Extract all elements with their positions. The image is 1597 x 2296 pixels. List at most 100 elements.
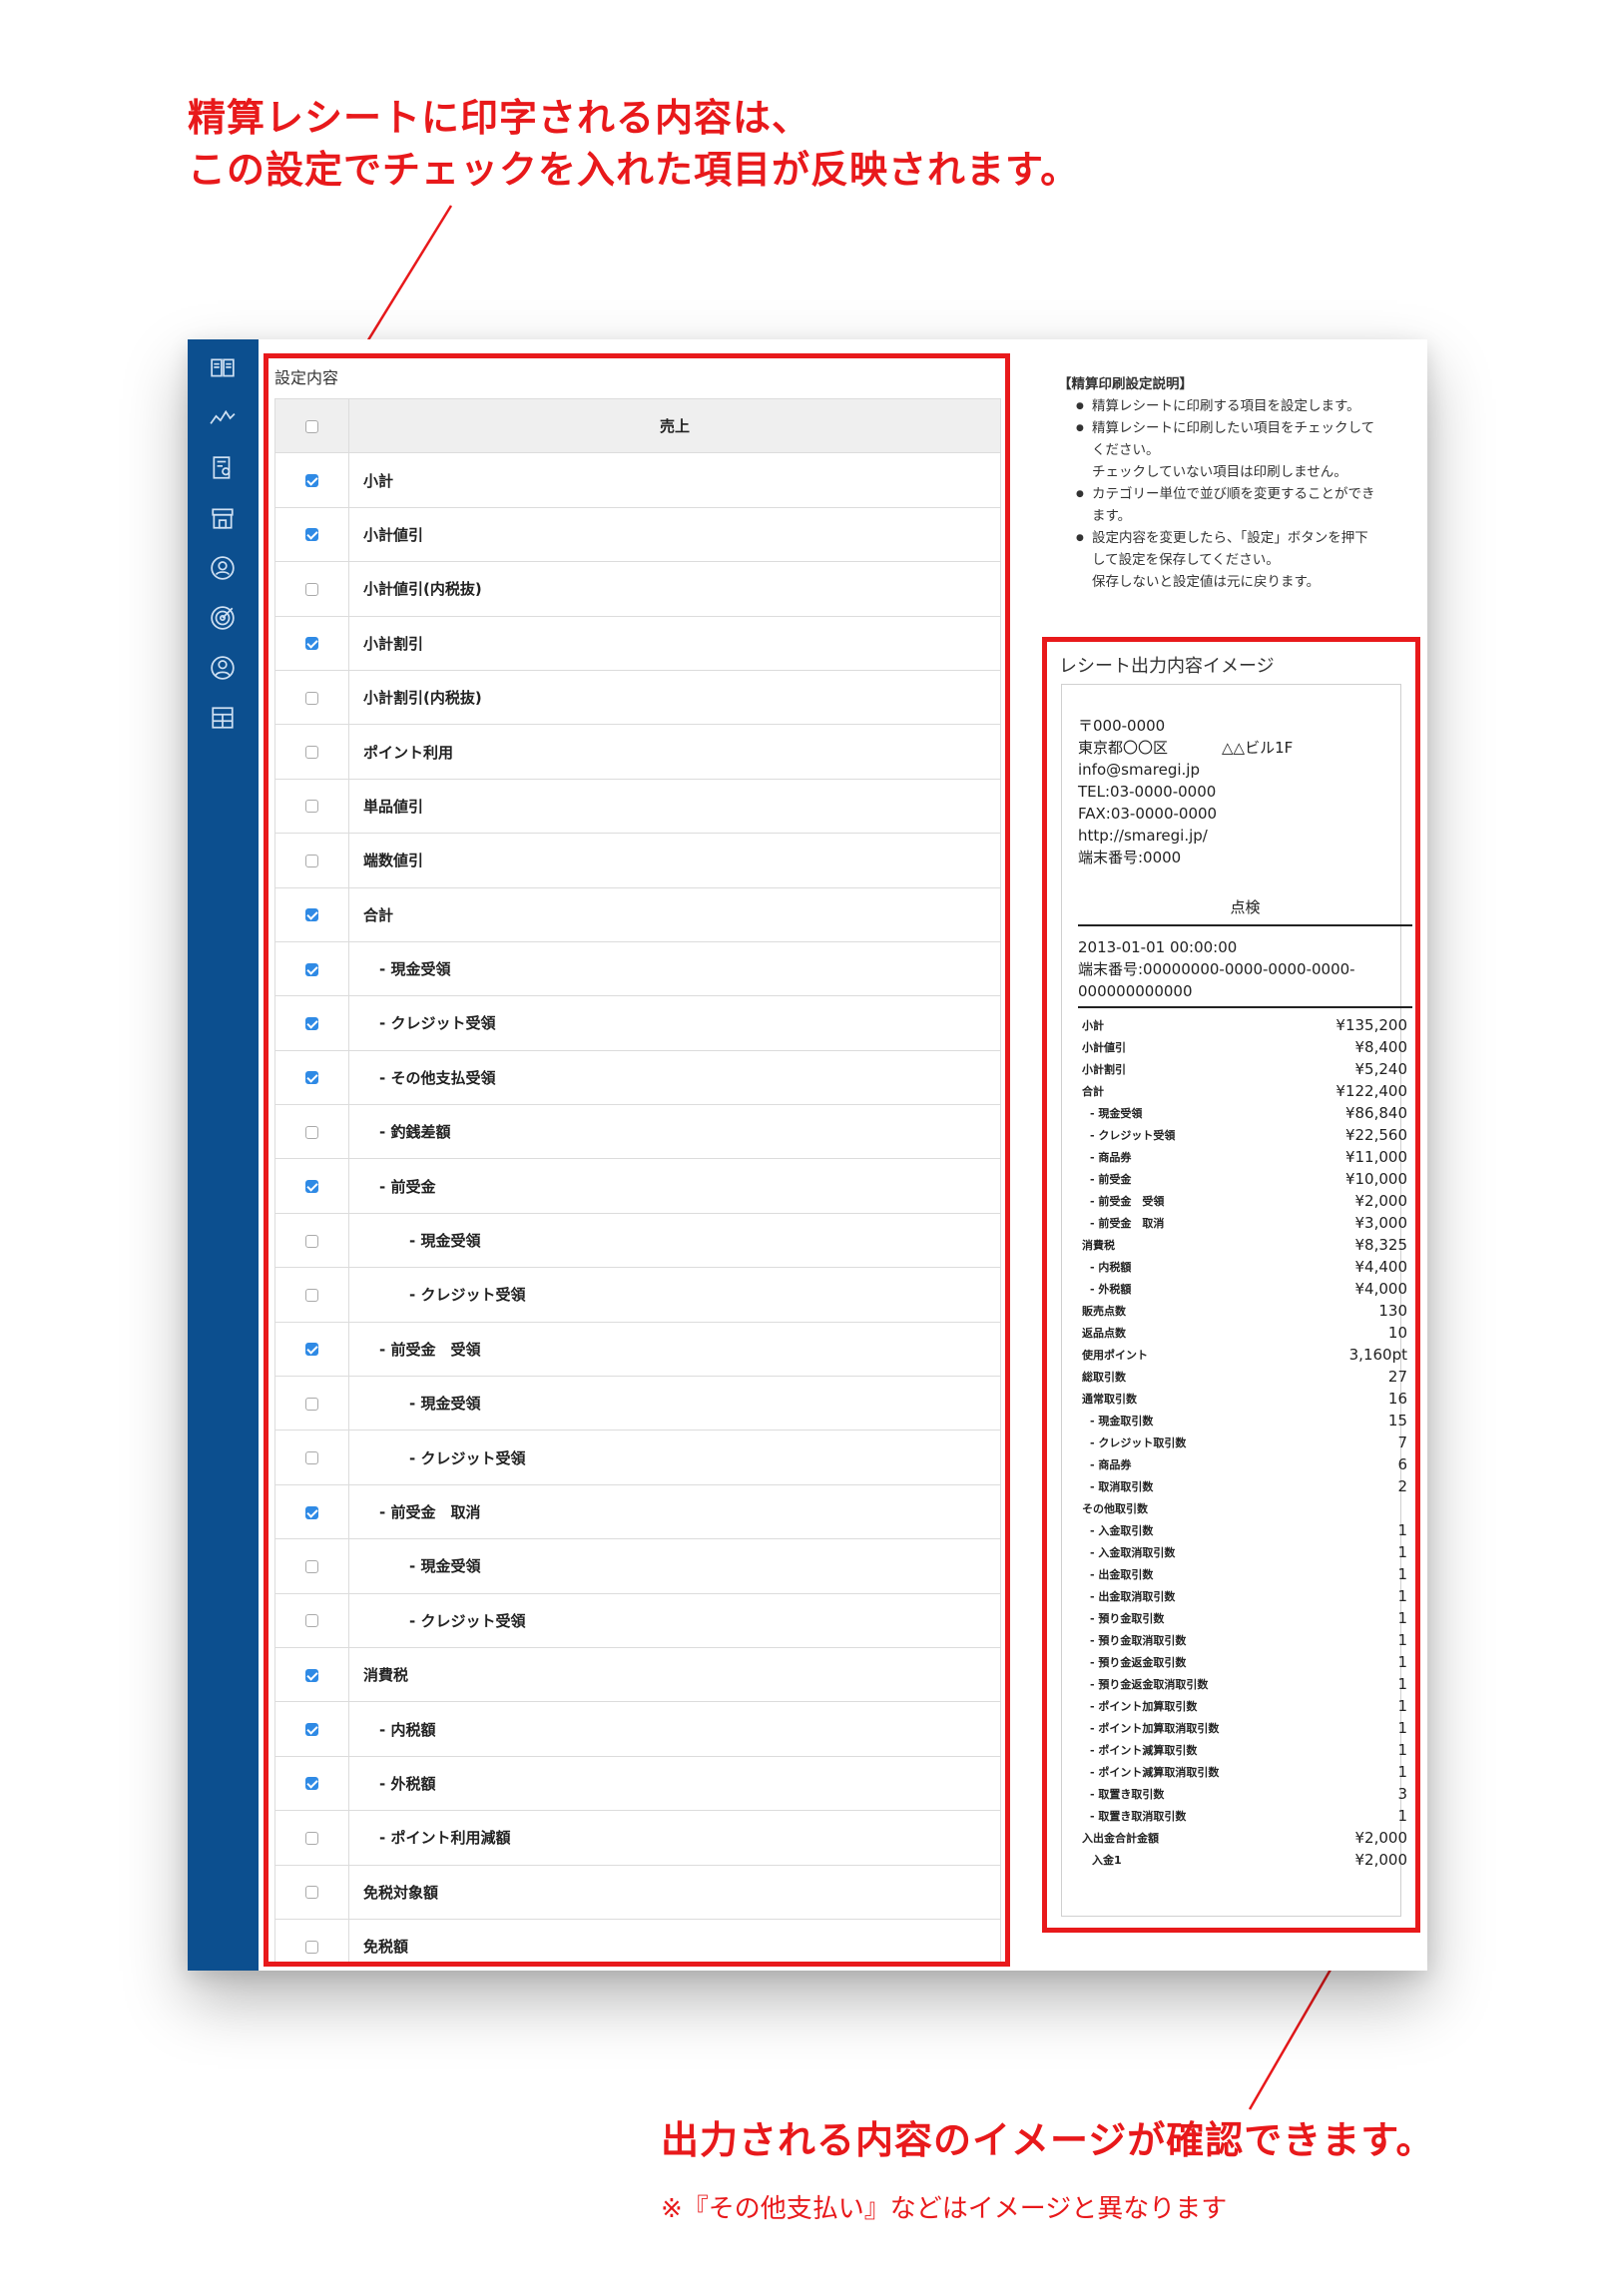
receipt-row-value: 1 <box>1397 1763 1407 1781</box>
checkbox-cell <box>274 1212 349 1269</box>
row-checkbox[interactable] <box>305 1451 318 1465</box>
row-checkbox[interactable] <box>305 1614 318 1628</box>
row-checkbox[interactable] <box>305 1288 318 1302</box>
row-checkbox[interactable] <box>305 1559 318 1573</box>
row-checkbox[interactable] <box>305 1125 318 1139</box>
row-checkbox[interactable] <box>305 691 318 705</box>
account-icon[interactable] <box>208 653 238 683</box>
report-icon[interactable] <box>208 453 238 483</box>
receipt-row: 合計 ¥122,400 <box>1078 1080 1407 1102</box>
receipt-row-value: 1 <box>1397 1697 1407 1715</box>
row-checkbox[interactable] <box>305 1940 318 1954</box>
receipt-datetime: 2013-01-01 00:00:00 <box>1078 938 1238 956</box>
row-checkbox[interactable] <box>305 800 318 814</box>
table-row: - 現金受領 <box>274 1376 1001 1432</box>
receipt-terminal-full-2: 000000000000 <box>1078 982 1193 1000</box>
receipt-row-value: ¥122,400 <box>1335 1082 1407 1100</box>
receipt-row: - 入金取消取引数 1 <box>1078 1541 1407 1563</box>
checkbox-cell <box>274 1646 349 1703</box>
receipt-row-value: 2 <box>1397 1477 1407 1495</box>
receipt-row-value: ¥2,000 <box>1354 1192 1408 1210</box>
help-line: ます。 <box>1092 508 1132 524</box>
receipt-row-label: その他取引数 <box>1082 1502 1148 1515</box>
row-checkbox[interactable] <box>305 1505 318 1519</box>
receipt-row-label: - ポイント加算取消取引数 <box>1090 1722 1220 1735</box>
receipt-row-label: - 前受金 <box>1090 1173 1132 1186</box>
target-icon[interactable] <box>208 603 238 633</box>
user-circle-icon[interactable] <box>208 553 238 583</box>
help-list: 精算レシートに印刷する項目を設定します。精算レシートに印刷したい項目をチェックし… <box>1058 395 1407 593</box>
row-checkbox[interactable] <box>305 1234 318 1248</box>
row-checkbox[interactable] <box>305 1343 318 1357</box>
receipt-row: 販売点数 130 <box>1078 1300 1407 1322</box>
book-icon[interactable] <box>208 353 238 383</box>
receipt-row: - 内税額 ¥4,400 <box>1078 1256 1407 1278</box>
row-checkbox[interactable] <box>305 1668 318 1682</box>
row-label: 端数値引 <box>348 833 1001 888</box>
receipt-row-value: 3,160pt <box>1348 1346 1407 1364</box>
receipt-row-value: ¥2,000 <box>1354 1851 1408 1869</box>
receipt-row: - 取置き取消取引数 1 <box>1078 1805 1407 1827</box>
receipt-row: - クレジット受領 ¥22,560 <box>1078 1124 1407 1146</box>
receipt-preview-panel: レシート出力内容イメージ 〒000-0000 東京都〇〇区 △△ビル1F inf… <box>1042 637 1420 1933</box>
row-checkbox[interactable] <box>305 474 318 488</box>
row-checkbox[interactable] <box>305 1397 318 1411</box>
row-checkbox[interactable] <box>305 1071 318 1085</box>
receipt-zip: 〒000-0000 <box>1078 717 1166 735</box>
table-header-sales: 売上 <box>348 397 1001 454</box>
row-checkbox[interactable] <box>305 854 318 867</box>
receipt-row: 入金1 ¥2,000 <box>1078 1849 1407 1871</box>
receipt-row-label: - ポイント加算取引数 <box>1090 1700 1198 1713</box>
help-line: 設定内容を変更したら、「設定」ボタンを押下 <box>1092 530 1368 546</box>
row-checkbox[interactable] <box>305 637 318 651</box>
row-checkbox[interactable] <box>305 746 318 760</box>
receipt-row-value: 16 <box>1387 1390 1407 1408</box>
grid-icon[interactable] <box>208 703 238 733</box>
receipt-row-value: 1 <box>1397 1653 1407 1671</box>
help-item: 精算レシートに印刷したい項目をチェックしてください。チェックしていない項目は印刷… <box>1076 417 1407 483</box>
receipt-row-label: 通常取引数 <box>1082 1393 1137 1406</box>
row-checkbox[interactable] <box>305 582 318 596</box>
receipt-row-value: 1 <box>1397 1565 1407 1583</box>
table-row: - クレジット受領 <box>274 1592 1001 1648</box>
row-checkbox[interactable] <box>305 1723 318 1737</box>
receipt-row: 小計値引 ¥8,400 <box>1078 1036 1407 1058</box>
receipt-row-label: - 内税額 <box>1090 1261 1132 1274</box>
receipt-row-value: ¥10,000 <box>1344 1170 1407 1188</box>
receipt-row: 通常取引数 16 <box>1078 1388 1407 1410</box>
checkbox-cell <box>274 1430 349 1485</box>
receipt-row-value: 1 <box>1397 1675 1407 1693</box>
receipt-row: - クレジット取引数 7 <box>1078 1432 1407 1453</box>
row-checkbox[interactable] <box>305 528 318 542</box>
row-label: 小計値引 <box>348 506 1001 563</box>
row-checkbox[interactable] <box>305 962 318 976</box>
receipt-row-label: 入出金合計金額 <box>1082 1832 1159 1845</box>
receipt-row: - 前受金 受領 ¥2,000 <box>1078 1190 1407 1212</box>
checkbox-cell <box>274 1049 349 1106</box>
checkbox-cell <box>274 1755 349 1812</box>
row-checkbox[interactable] <box>305 1180 318 1194</box>
row-checkbox[interactable] <box>305 1831 318 1845</box>
receipt-row-value: ¥22,560 <box>1344 1126 1407 1144</box>
store-icon[interactable] <box>208 503 238 533</box>
row-checkbox[interactable] <box>305 1886 318 1900</box>
row-checkbox[interactable] <box>305 1777 318 1791</box>
row-label: 小計 <box>348 452 1001 508</box>
row-checkbox[interactable] <box>305 1016 318 1030</box>
select-all-checkbox[interactable] <box>305 419 318 433</box>
checkbox-cell <box>274 1864 349 1920</box>
receipt-row: - 前受金 取消 ¥3,000 <box>1078 1212 1407 1234</box>
table-row: - 前受金 取消 <box>274 1483 1001 1540</box>
chart-icon[interactable] <box>208 403 238 433</box>
receipt-row-value: ¥11,000 <box>1344 1148 1407 1166</box>
receipt-row-label: - 取置き取引数 <box>1090 1788 1165 1801</box>
table-row: 小計値引 <box>274 506 1001 563</box>
receipt-row: - ポイント加算取引数 1 <box>1078 1695 1407 1717</box>
receipt-row-label: - 現金取引数 <box>1090 1415 1154 1428</box>
help-line: 精算レシートに印刷する項目を設定します。 <box>1092 398 1360 414</box>
receipt-row-label: - 商品券 <box>1090 1458 1132 1471</box>
receipt-row: - 商品券 ¥11,000 <box>1078 1146 1407 1168</box>
receipt-row-label: 総取引数 <box>1082 1371 1126 1384</box>
receipt-row: 総取引数 27 <box>1078 1366 1407 1388</box>
row-checkbox[interactable] <box>305 908 318 922</box>
